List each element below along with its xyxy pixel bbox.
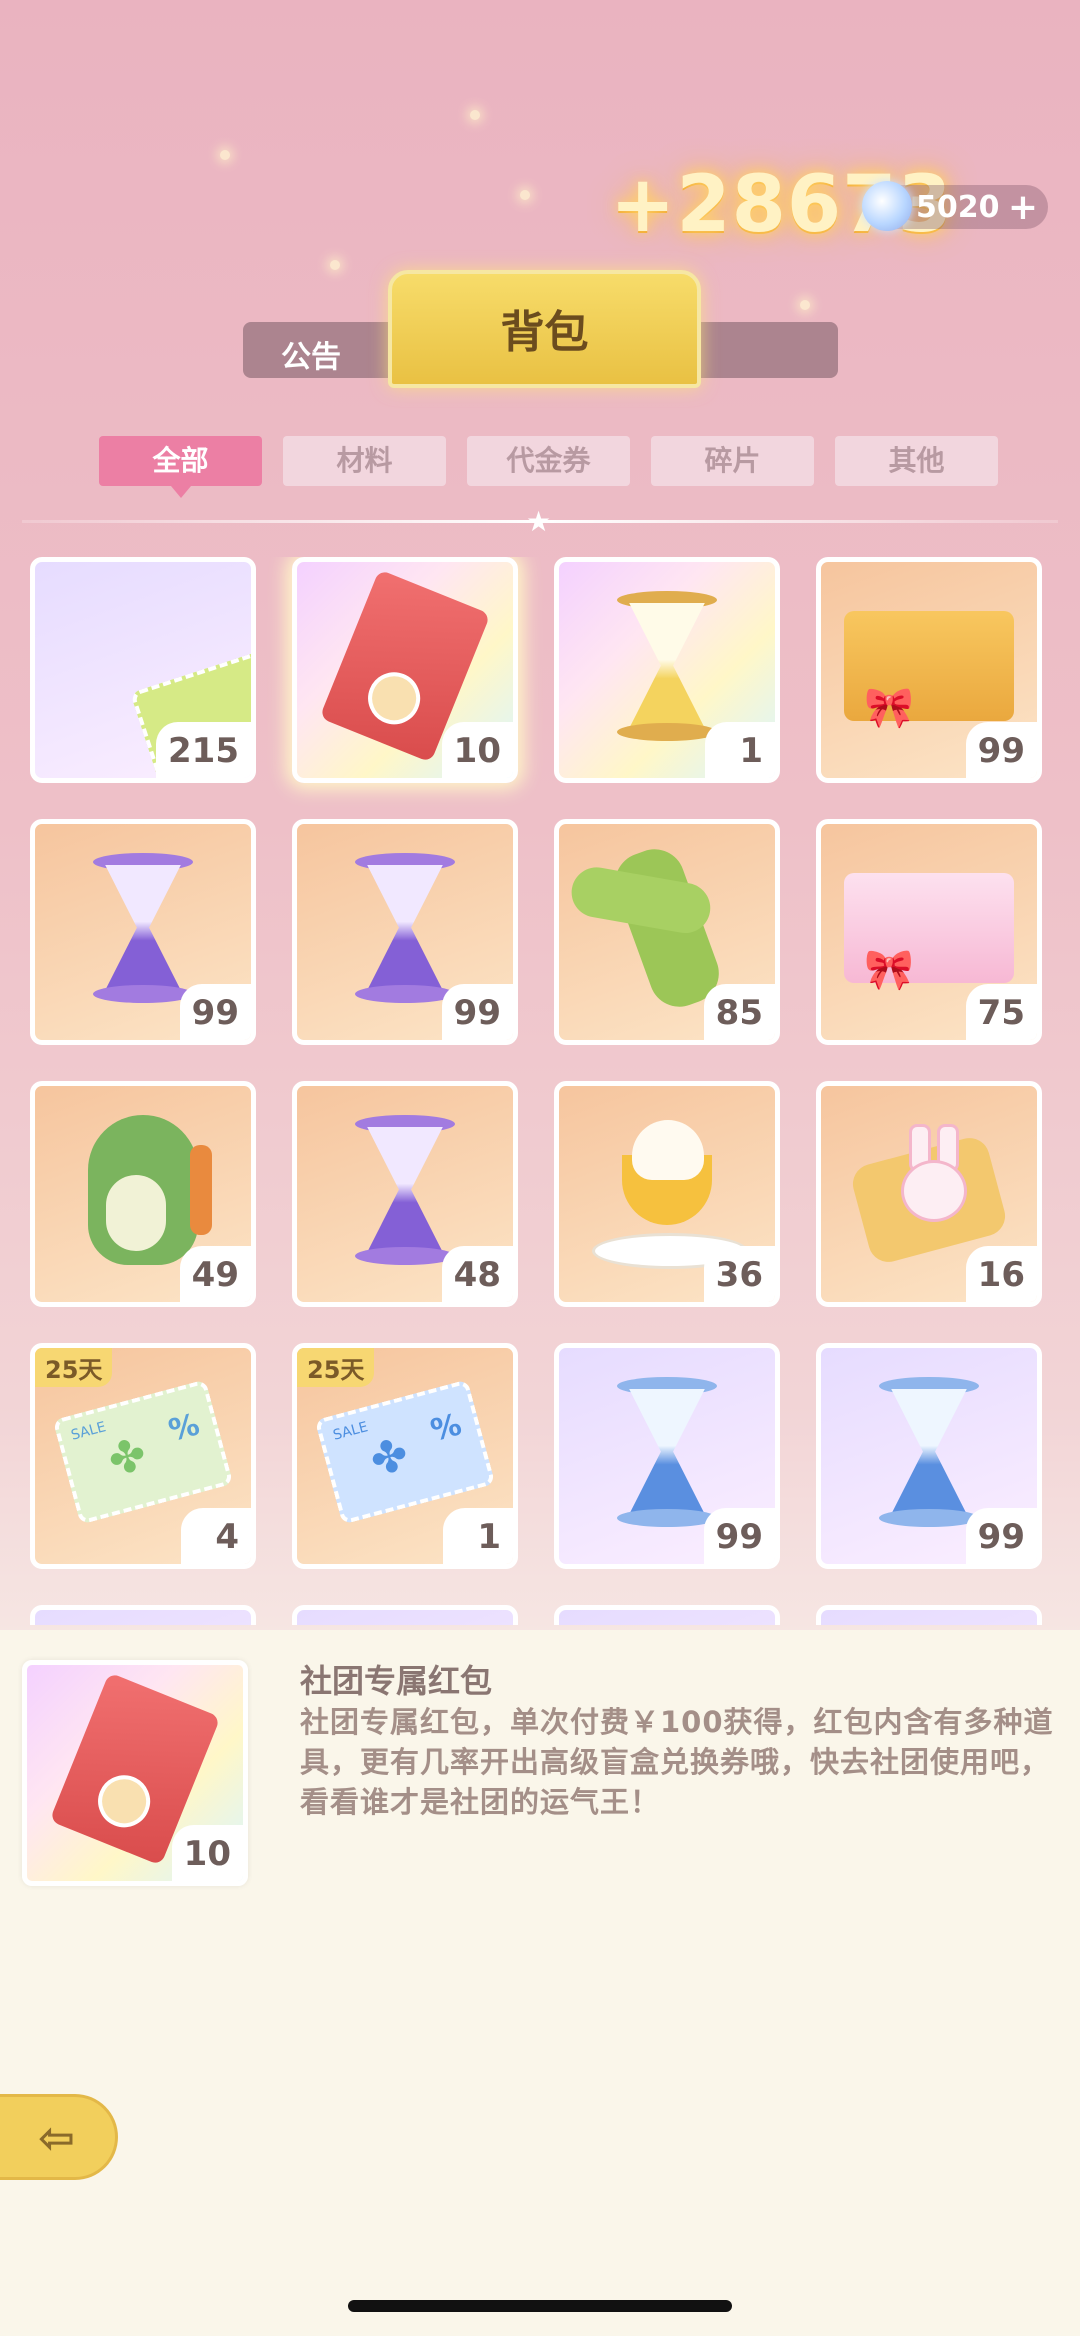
back-arrow-icon: ⇦ bbox=[38, 2113, 75, 2164]
hourglass-icon bbox=[617, 1376, 717, 1527]
item-cell-parfait[interactable]: 36 bbox=[554, 1081, 780, 1307]
item-cell-partial[interactable] bbox=[816, 1605, 1042, 1625]
days-remaining-badge: 25天 bbox=[35, 1348, 113, 1387]
tab-others[interactable]: 其他 bbox=[835, 436, 998, 486]
item-cell-bunny-bag[interactable]: 16 bbox=[816, 1081, 1042, 1307]
item-cell-dinosaur-plush[interactable]: 49 bbox=[30, 1081, 256, 1307]
item-cell-blue-hourglass[interactable]: 99 bbox=[554, 1343, 780, 1569]
item-cell-purple-hourglass[interactable]: 99 bbox=[292, 819, 518, 1045]
item-cell-green-ticket[interactable]: 215 bbox=[30, 557, 256, 783]
detail-item-card: 10 bbox=[22, 1660, 248, 1886]
page-title: 背包 bbox=[500, 307, 589, 358]
back-button[interactable]: ⇦ bbox=[0, 2094, 118, 2180]
item-cell-blue-hourglass[interactable]: 99 bbox=[816, 1343, 1042, 1569]
sparkle-decoration bbox=[520, 190, 530, 200]
hourglass-icon bbox=[617, 590, 717, 741]
sparkle-decoration bbox=[470, 110, 480, 120]
item-count: 36 bbox=[703, 1246, 775, 1302]
item-cell-green-scarf[interactable]: 85 bbox=[554, 819, 780, 1045]
item-detail-panel: 10 社团专属红包 社团专属红包，单次付费￥100获得，红包内含有多种道具，更有… bbox=[0, 1630, 1080, 2336]
scarf-icon bbox=[606, 840, 728, 1015]
item-count: 49 bbox=[179, 1246, 251, 1302]
item-count: 99 bbox=[965, 722, 1037, 778]
item-cell-gold-gift-box[interactable]: 🎀 99 bbox=[816, 557, 1042, 783]
home-indicator[interactable] bbox=[348, 2300, 732, 2312]
detail-description: 社团专属红包，单次付费￥100获得，红包内含有多种道具，更有几率开出高级盲盒兑换… bbox=[300, 1705, 1054, 1819]
currency-display: 5020 + bbox=[862, 181, 1048, 231]
title-plate: 背包 bbox=[388, 270, 701, 388]
inventory-grid: 215 10 1 🎀 99 99 99 85 🎀 75 49 48 36 16 … bbox=[30, 557, 1050, 1625]
sale-coupon-icon: ✤% SALE bbox=[314, 1379, 496, 1525]
item-cell-red-envelope[interactable]: 10 bbox=[292, 557, 518, 783]
item-cell-gold-hourglass[interactable]: 1 bbox=[554, 557, 780, 783]
star-icon: ★ bbox=[526, 505, 552, 538]
detail-item-count: 10 bbox=[171, 1825, 243, 1881]
hourglass-icon bbox=[355, 1114, 455, 1265]
item-count: 215 bbox=[156, 722, 251, 778]
bunny-bag-icon bbox=[848, 1120, 1010, 1267]
item-count: 99 bbox=[703, 1508, 775, 1564]
tab-materials[interactable]: 材料 bbox=[283, 436, 446, 486]
item-cell-purple-hourglass[interactable]: 48 bbox=[292, 1081, 518, 1307]
tab-all[interactable]: 全部 bbox=[99, 436, 262, 498]
currency-value: 5020 bbox=[916, 190, 1000, 225]
item-count: 16 bbox=[965, 1246, 1037, 1302]
hourglass-icon bbox=[93, 852, 193, 1003]
item-count: 75 bbox=[965, 984, 1037, 1040]
sparkle-decoration bbox=[220, 150, 230, 160]
item-count: 10 bbox=[441, 722, 513, 778]
hourglass-icon bbox=[355, 852, 455, 1003]
gift-box-icon: 🎀 bbox=[844, 872, 1014, 993]
item-cell-blue-sale-coupon[interactable]: ✤% SALE 25天 1 bbox=[292, 1343, 518, 1569]
gem-icon bbox=[862, 181, 912, 231]
gift-box-icon: 🎀 bbox=[844, 610, 1014, 731]
item-count: 4 bbox=[181, 1508, 251, 1564]
item-cell-purple-hourglass[interactable]: 99 bbox=[30, 819, 256, 1045]
item-cell-pink-gift-box[interactable]: 🎀 75 bbox=[816, 819, 1042, 1045]
sparkle-decoration bbox=[800, 300, 810, 310]
item-cell-green-sale-coupon[interactable]: ✤% SALE 25天 4 bbox=[30, 1343, 256, 1569]
tab-vouchers[interactable]: 代金券 bbox=[467, 436, 630, 486]
item-count: 1 bbox=[443, 1508, 513, 1564]
sparkle-decoration bbox=[330, 260, 340, 270]
item-cell-partial[interactable] bbox=[30, 1605, 256, 1625]
days-remaining-badge: 25天 bbox=[297, 1348, 375, 1387]
dinosaur-icon bbox=[88, 1114, 212, 1265]
item-count: 99 bbox=[179, 984, 251, 1040]
item-count: 99 bbox=[965, 1508, 1037, 1564]
item-count: 1 bbox=[705, 722, 775, 778]
parfait-icon bbox=[592, 1115, 748, 1269]
item-count: 99 bbox=[441, 984, 513, 1040]
add-currency-button[interactable]: + bbox=[1008, 187, 1038, 228]
notice-label: 公告 bbox=[281, 340, 341, 375]
sale-coupon-icon: ✤% SALE bbox=[52, 1379, 234, 1525]
detail-title: 社团专属红包 bbox=[300, 1662, 493, 1700]
item-cell-partial[interactable] bbox=[554, 1605, 780, 1625]
item-count: 85 bbox=[703, 984, 775, 1040]
item-count: 48 bbox=[441, 1246, 513, 1302]
item-cell-partial[interactable] bbox=[292, 1605, 518, 1625]
hourglass-icon bbox=[879, 1376, 979, 1527]
tab-fragments[interactable]: 碎片 bbox=[651, 436, 814, 486]
